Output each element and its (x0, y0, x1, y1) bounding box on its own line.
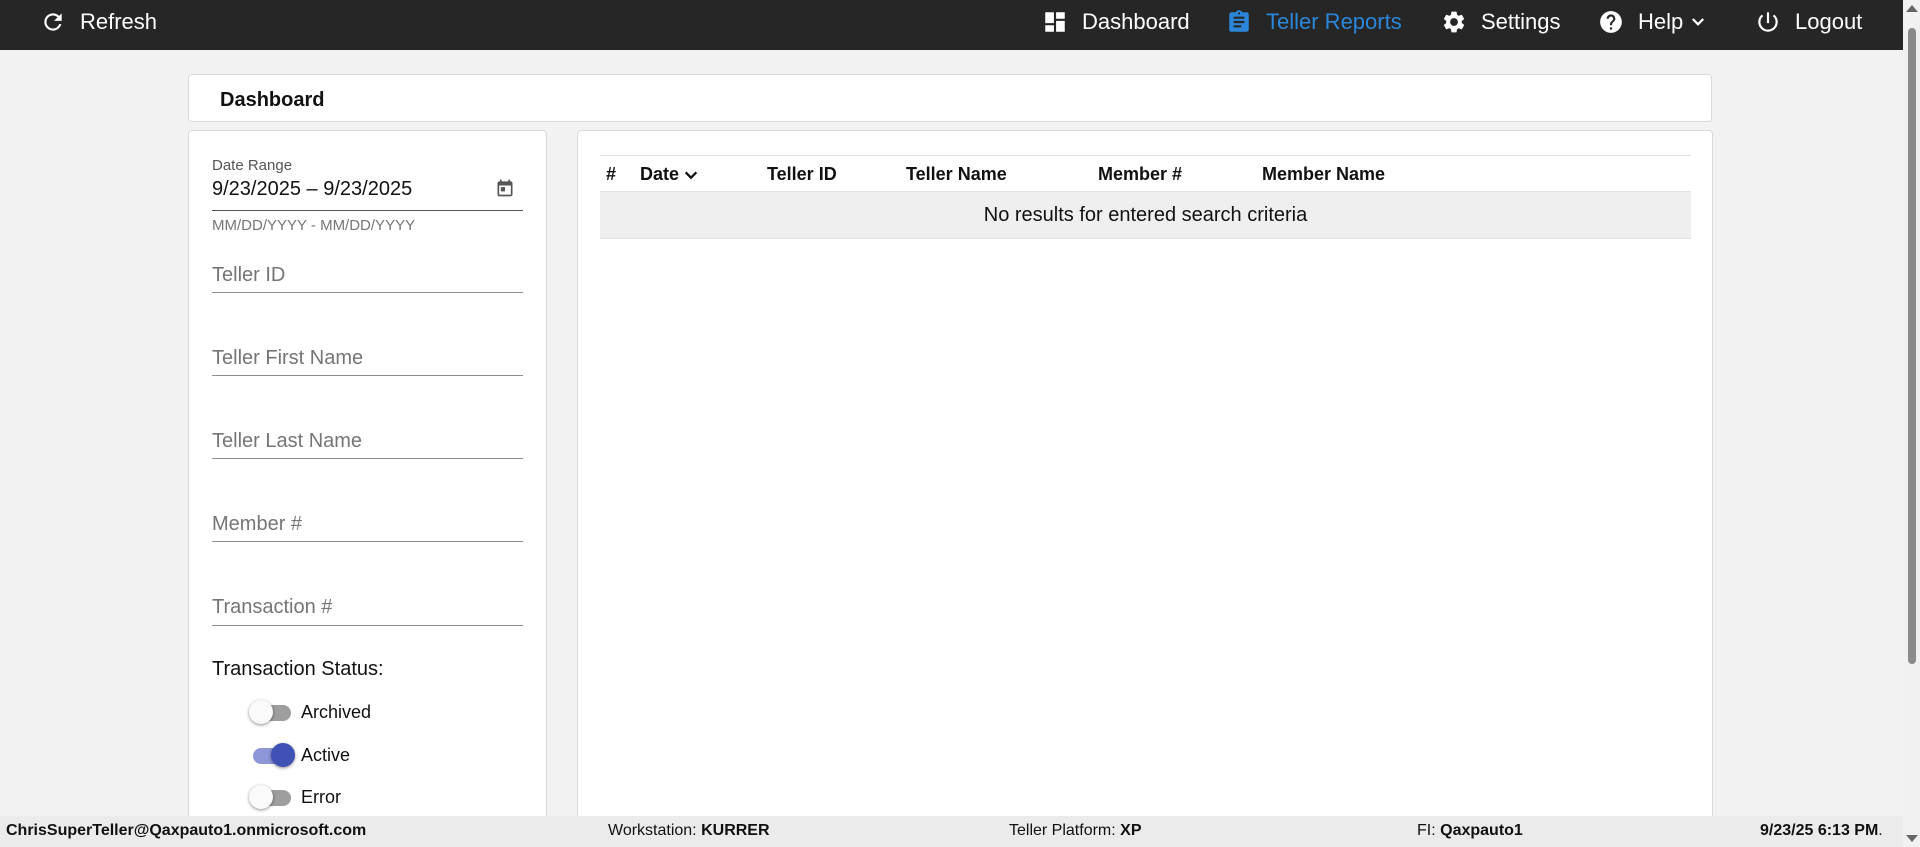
footer-fi: FI: Qaxpauto1 (1417, 822, 1523, 840)
footer-platform: Teller Platform: XP (1009, 822, 1142, 840)
status-toggle-error[interactable]: Error (249, 783, 341, 811)
nav-logout-label: Logout (1795, 9, 1863, 34)
active-switch[interactable] (249, 741, 295, 769)
column-header-number[interactable]: # (606, 164, 616, 185)
error-switch[interactable] (249, 783, 295, 811)
date-range-underline (212, 210, 523, 211)
column-header-teller-name[interactable]: Teller Name (906, 164, 1007, 185)
nav-settings-label: Settings (1481, 9, 1561, 34)
error-label: Error (301, 786, 341, 807)
footer-datetime-suffix: . (1878, 822, 1883, 839)
archived-switch[interactable] (249, 698, 295, 726)
date-range-hint: MM/DD/YYYY - MM/DD/YYYY (212, 217, 416, 234)
footer-platform-value: XP (1120, 822, 1142, 839)
footer-fi-value: Qaxpauto1 (1440, 822, 1523, 839)
chevron-down-icon (1689, 13, 1721, 31)
footer-workstation: Workstation: KURRER (608, 822, 770, 840)
teller-last-name-underline (212, 458, 523, 459)
refresh-icon (40, 9, 80, 35)
date-range-label: Date Range (212, 157, 293, 174)
transaction-status-label: Transaction Status: (212, 658, 384, 680)
column-header-member-name[interactable]: Member Name (1262, 164, 1385, 185)
top-navigation-bar: Refresh Dashboard Teller Reports Setting… (0, 0, 1920, 50)
calendar-icon[interactable] (495, 178, 515, 203)
scrollbar-thumb[interactable] (1908, 28, 1916, 664)
refresh-label: Refresh (80, 9, 158, 34)
active-label: Active (301, 744, 351, 765)
scroll-up-arrow-icon[interactable] (1906, 5, 1918, 12)
nav-help-label: Help (1638, 9, 1684, 34)
clipboard-icon (1226, 9, 1266, 35)
teller-id-underline (212, 292, 523, 293)
teller-id-input[interactable] (212, 259, 523, 291)
nav-settings[interactable]: Settings (1441, 0, 1561, 44)
page-header-card: Dashboard (188, 74, 1712, 122)
footer-fi-label: FI: (1417, 822, 1436, 839)
dashboard-icon (1042, 9, 1082, 35)
nav-dashboard[interactable]: Dashboard (1042, 0, 1190, 44)
nav-teller-reports-label: Teller Reports (1266, 9, 1402, 34)
sort-chevron-down-icon (683, 167, 699, 183)
help-icon (1598, 9, 1638, 35)
filter-panel: Date Range 9/23/2025 – 9/23/2025 MM/DD/Y… (188, 130, 547, 847)
teller-last-name-input[interactable] (212, 425, 523, 457)
status-toggle-active[interactable]: Active (249, 741, 350, 769)
transaction-number-underline (212, 625, 523, 626)
results-table-header: # Date Teller ID Teller Name Member # Me… (600, 155, 1691, 192)
column-header-date-label: Date (640, 164, 680, 184)
transaction-number-input[interactable] (212, 591, 523, 623)
results-panel: # Date Teller ID Teller Name Member # Me… (577, 130, 1713, 847)
power-icon (1755, 9, 1795, 35)
teller-first-name-underline (212, 375, 523, 376)
nav-logout[interactable]: Logout (1755, 0, 1862, 44)
page-scrollbar[interactable] (1903, 0, 1920, 847)
refresh-button[interactable]: Refresh (40, 0, 157, 44)
footer-workstation-value: KURRER (701, 822, 770, 839)
footer-workstation-label: Workstation: (608, 822, 697, 839)
member-number-input[interactable] (212, 508, 523, 540)
footer-datetime-value: 9/23/25 6:13 PM (1760, 822, 1879, 839)
teller-first-name-input[interactable] (212, 342, 523, 374)
column-header-member-number[interactable]: Member # (1098, 164, 1182, 185)
gear-icon (1441, 9, 1481, 35)
column-header-date[interactable]: Date (640, 164, 699, 185)
nav-dashboard-label: Dashboard (1082, 9, 1190, 34)
date-range-input[interactable]: 9/23/2025 – 9/23/2025 (212, 178, 412, 201)
status-toggle-archived[interactable]: Archived (249, 698, 371, 726)
footer-datetime: 9/23/25 6:13 PM. (1760, 822, 1883, 840)
column-header-teller-id[interactable]: Teller ID (767, 164, 837, 185)
page-title: Dashboard (220, 89, 325, 111)
footer-platform-label: Teller Platform: (1009, 822, 1116, 839)
member-number-underline (212, 541, 523, 542)
empty-results-message: No results for entered search criteria (600, 192, 1691, 239)
nav-teller-reports[interactable]: Teller Reports (1226, 0, 1402, 44)
status-footer: ChrisSuperTeller@Qaxpauto1.onmicrosoft.c… (0, 816, 1903, 847)
archived-label: Archived (301, 701, 372, 722)
footer-user: ChrisSuperTeller@Qaxpauto1.onmicrosoft.c… (6, 822, 367, 839)
nav-help[interactable]: Help (1598, 0, 1721, 44)
scroll-down-arrow-icon[interactable] (1906, 835, 1918, 842)
